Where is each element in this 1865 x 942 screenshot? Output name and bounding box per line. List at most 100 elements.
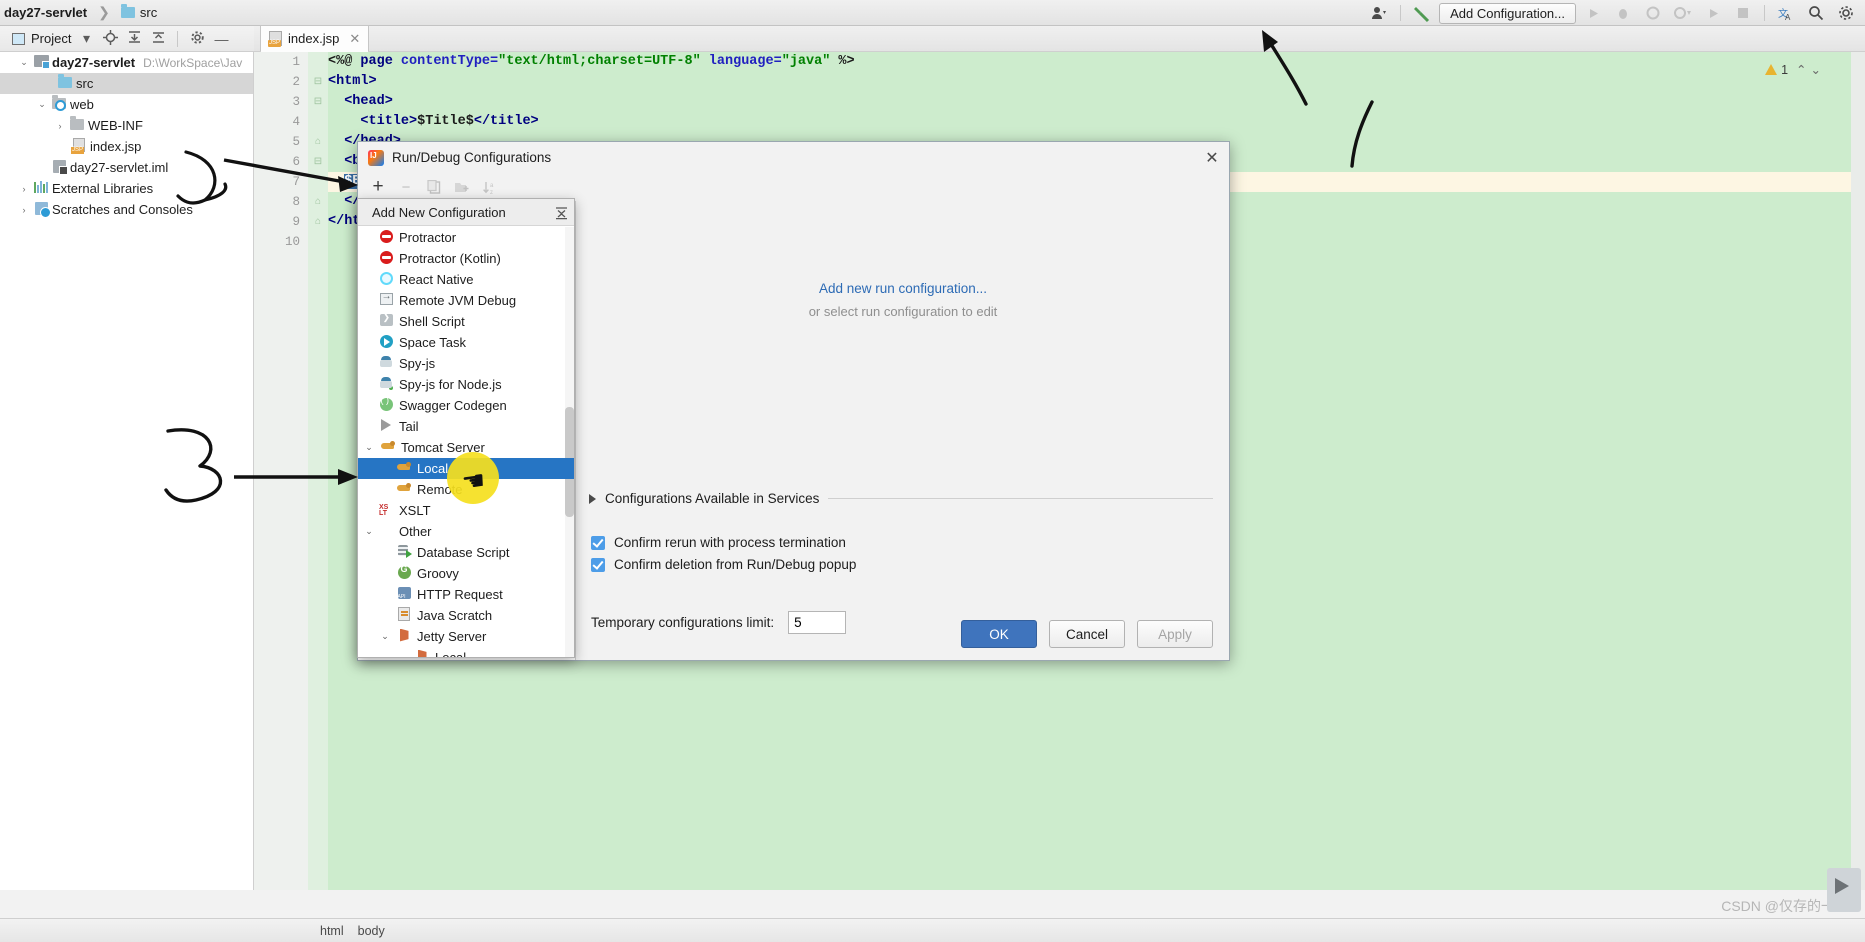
- rerun-icon[interactable]: [1700, 2, 1726, 24]
- fold-marker[interactable]: ⌂: [308, 212, 328, 232]
- fold-marker[interactable]: ⊟: [308, 152, 328, 172]
- add-new-configuration-popup[interactable]: Add New Configuration Protractor Protrac…: [357, 198, 575, 658]
- popup-item-space-task[interactable]: Space Task: [358, 332, 574, 353]
- breadcrumb-folder[interactable]: src: [140, 5, 157, 20]
- popup-item-jetty-local[interactable]: Local: [358, 647, 574, 657]
- locate-target-icon[interactable]: [101, 29, 119, 48]
- expand-all-icon[interactable]: [125, 30, 143, 48]
- chevron-down-icon[interactable]: ⌄: [376, 631, 394, 642]
- profiler-icon[interactable]: [1670, 2, 1696, 24]
- popup-item-remote-jvm-debug[interactable]: Remote JVM Debug: [358, 290, 574, 311]
- run-with-coverage-icon[interactable]: [1640, 2, 1666, 24]
- fold-marker[interactable]: ⊟: [308, 92, 328, 112]
- temporary-configurations-limit-input[interactable]: [788, 611, 847, 634]
- chevron-down-icon[interactable]: ⌄: [360, 442, 378, 453]
- popup-group-jetty-server[interactable]: ⌄ Jetty Server: [358, 626, 574, 647]
- code-folding-gutter[interactable]: ⊟ ⊟ ⌂ ⊟ ⌂ ⌂: [308, 52, 328, 890]
- tree-row-src[interactable]: src: [0, 73, 253, 94]
- chevron-down-icon[interactable]: ▾: [77, 30, 95, 47]
- cancel-button[interactable]: Cancel: [1049, 620, 1125, 648]
- search-icon[interactable]: [1803, 2, 1829, 24]
- popup-item-protractor-kotlin[interactable]: Protractor (Kotlin): [358, 248, 574, 269]
- popup-item-tail[interactable]: Tail: [358, 416, 574, 437]
- close-icon[interactable]: ✕: [349, 31, 360, 47]
- popup-item-protractor[interactable]: Protractor: [358, 227, 574, 248]
- tree-label: External Libraries: [52, 181, 154, 196]
- breadcrumb-project[interactable]: day27-servlet: [4, 5, 87, 20]
- collapse-all-icon[interactable]: [149, 30, 167, 48]
- collapse-expand-icon[interactable]: [555, 205, 568, 220]
- chevron-right-icon[interactable]: ›: [16, 184, 32, 194]
- popup-item-label: HTTP Request: [417, 587, 503, 602]
- tree-row-index-jsp[interactable]: JSP index.jsp: [0, 136, 253, 157]
- add-configuration-button[interactable]: +: [366, 176, 390, 198]
- inspection-status[interactable]: 1 ⌃ ⌄: [1765, 62, 1821, 77]
- popup-group-other[interactable]: ⌄ Other: [358, 521, 574, 542]
- chevron-right-icon[interactable]: ›: [52, 121, 68, 131]
- add-new-run-configuration-link[interactable]: Add new run configuration...: [577, 281, 1229, 296]
- hammer-build-icon[interactable]: [1409, 2, 1435, 24]
- debug-icon[interactable]: [1610, 2, 1636, 24]
- popup-item-groovy[interactable]: Groovy: [358, 563, 574, 584]
- gear-icon[interactable]: [188, 30, 206, 48]
- chevron-right-icon[interactable]: ›: [16, 205, 32, 215]
- popup-item-label: Spy-js for Node.js: [399, 377, 502, 392]
- chevron-down-icon[interactable]: ⌄: [360, 526, 378, 537]
- warning-count: 1: [1781, 62, 1789, 77]
- popup-item-java-scratch[interactable]: Java Scratch: [358, 605, 574, 626]
- close-icon[interactable]: ✕: [1201, 147, 1223, 169]
- popup-item-xslt[interactable]: XS LT XSLT: [358, 500, 574, 521]
- stop-icon[interactable]: [1730, 2, 1756, 24]
- status-breadcrumb-body[interactable]: body: [358, 924, 385, 938]
- tree-row-web-inf[interactable]: › WEB-INF: [0, 115, 253, 136]
- tab-index-jsp[interactable]: JSP index.jsp ✕: [260, 25, 370, 52]
- popup-item-tomcat-local[interactable]: Local: [358, 458, 574, 479]
- triangle-right-icon[interactable]: [589, 493, 596, 504]
- tree-label: Scratches and Consoles: [52, 202, 193, 217]
- tree-row-web[interactable]: ⌄ web: [0, 94, 253, 115]
- popup-item-http-request[interactable]: HTTP Request: [358, 584, 574, 605]
- settings-gear-icon[interactable]: [1833, 2, 1859, 24]
- fold-marker[interactable]: ⌂: [308, 132, 328, 152]
- tree-label: index.jsp: [90, 139, 142, 154]
- project-tree[interactable]: ⌄ day27-servlet D:\WorkSpace\Jav src ⌄ w…: [0, 52, 254, 890]
- popup-item-spy-js[interactable]: Spy-js: [358, 353, 574, 374]
- tree-row-external-libraries[interactable]: › External Libraries: [0, 178, 253, 199]
- popup-title: Add New Configuration: [372, 204, 506, 220]
- popup-group-tomcat-server[interactable]: ⌄ Tomcat Server: [358, 437, 574, 458]
- corner-widget-icon[interactable]: [1827, 868, 1861, 912]
- chevron-down-icon[interactable]: ⌄: [34, 99, 50, 110]
- confirm-rerun-checkbox-row[interactable]: Confirm rerun with process termination: [591, 535, 846, 550]
- chevron-up-icon[interactable]: ⌃: [1796, 62, 1806, 77]
- popup-item-tomcat-remote[interactable]: Remote: [358, 479, 574, 500]
- popup-item-shell-script[interactable]: Shell Script: [358, 311, 574, 332]
- popup-item-swagger-codegen[interactable]: Swagger Codegen: [358, 395, 574, 416]
- project-toolwindow-label[interactable]: Project: [31, 31, 71, 46]
- add-configuration-button[interactable]: Add Configuration...: [1439, 2, 1576, 24]
- ok-button[interactable]: OK: [961, 620, 1037, 648]
- popup-item-react-native[interactable]: React Native: [358, 269, 574, 290]
- chevron-down-icon[interactable]: ⌄: [16, 57, 32, 68]
- fold-marker[interactable]: ⊟: [308, 72, 328, 92]
- status-breadcrumb-html[interactable]: html: [320, 924, 344, 938]
- hide-icon[interactable]: —: [212, 31, 230, 47]
- top-right-toolbar: Add Configuration... 文A: [1366, 0, 1865, 26]
- popup-item-database-script[interactable]: Database Script: [358, 542, 574, 563]
- configuration-type-list[interactable]: Protractor Protractor (Kotlin) React Nat…: [358, 227, 574, 657]
- chevron-down-icon[interactable]: ⌄: [1811, 62, 1821, 77]
- translate-icon[interactable]: 文A: [1773, 2, 1799, 24]
- user-account-icon[interactable]: [1366, 2, 1392, 24]
- editor-scrollbar[interactable]: [1851, 52, 1865, 890]
- tree-row-day27-servlet[interactable]: ⌄ day27-servlet D:\WorkSpace\Jav: [0, 52, 253, 73]
- run-icon[interactable]: [1580, 2, 1606, 24]
- configurations-available-in-services-section[interactable]: Configurations Available in Services: [589, 491, 1213, 506]
- checkbox-confirm-deletion[interactable]: [591, 557, 605, 572]
- checkbox-label: Confirm rerun with process termination: [614, 535, 846, 550]
- tree-row-scratches[interactable]: › Scratches and Consoles: [0, 199, 253, 220]
- popup-item-spy-js-node[interactable]: Spy-js for Node.js: [358, 374, 574, 395]
- tree-row-iml[interactable]: day27-servlet.iml: [0, 157, 253, 178]
- checkbox-confirm-rerun[interactable]: [591, 535, 605, 550]
- checkbox-label: Confirm deletion from Run/Debug popup: [614, 557, 857, 572]
- fold-marker[interactable]: ⌂: [308, 192, 328, 212]
- confirm-deletion-checkbox-row[interactable]: Confirm deletion from Run/Debug popup: [591, 557, 856, 572]
